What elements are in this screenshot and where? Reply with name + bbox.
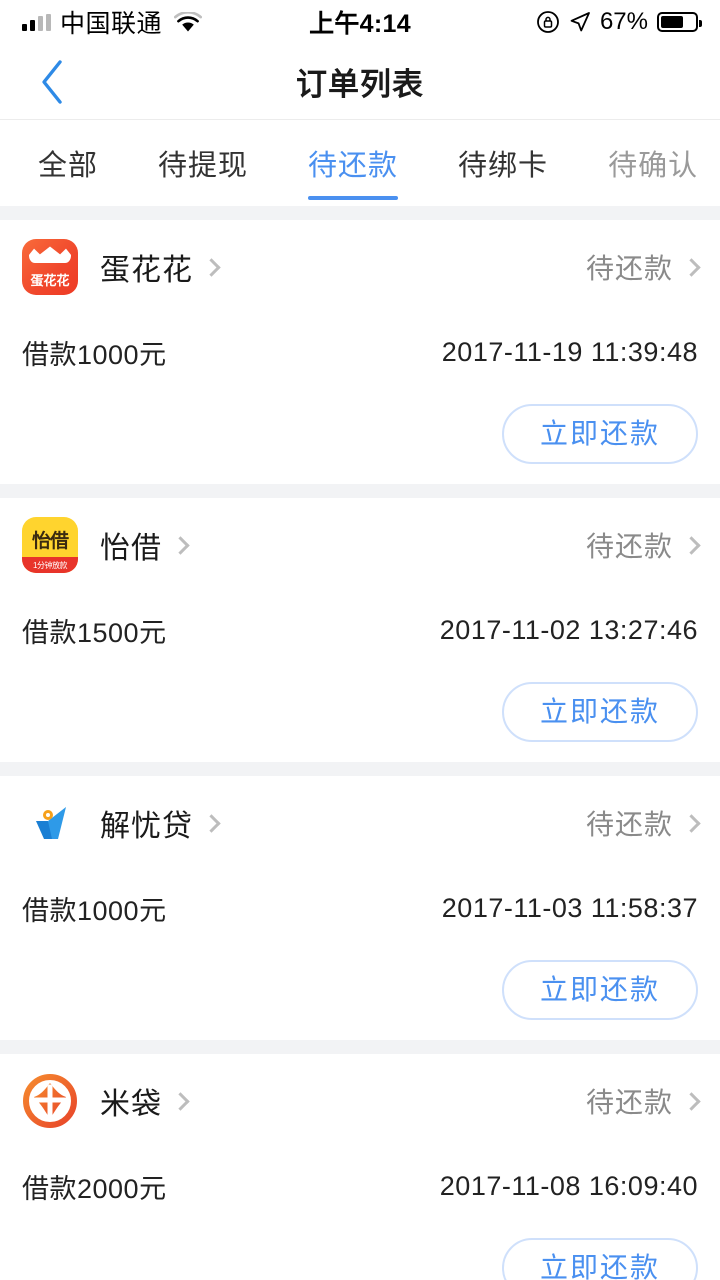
- loan-amount: 借款1000元: [22, 339, 167, 370]
- order-details: 借款1500元 2017-11-02 13:27:46: [22, 592, 698, 668]
- loan-date: 2017-11-19 11:39:48: [441, 336, 698, 367]
- merchant-link[interactable]: 解忧贷: [100, 801, 221, 845]
- crown-shape-icon: [29, 246, 71, 263]
- carrier-label: 中国联通: [60, 10, 163, 38]
- tab-pending-repay[interactable]: 待还款: [308, 120, 399, 206]
- status-bar-left: 中国联通: [22, 4, 203, 40]
- signal-bars-icon: [22, 13, 51, 31]
- repay-now-button[interactable]: 立即还款: [501, 404, 698, 464]
- merchant-link[interactable]: 蛋花花: [100, 245, 221, 289]
- order-list: 蛋花花 蛋花花 待还款 借款1000元 2017-11-19 11:39:48 …: [0, 206, 720, 1280]
- loan-amount: 借款1500元: [22, 617, 167, 648]
- status-bar: 中国联通 上午4:14 67%: [0, 0, 720, 44]
- repay-now-button[interactable]: 立即还款: [501, 682, 698, 742]
- status-badge: 待还款: [585, 253, 673, 284]
- list-separator: [0, 1040, 720, 1054]
- battery-icon: [657, 12, 702, 32]
- chevron-right-icon: [171, 1091, 190, 1111]
- order-status[interactable]: 待还款: [585, 525, 701, 565]
- merchant-logo: [22, 1073, 78, 1129]
- order-details: 借款1000元 2017-11-19 11:39:48: [22, 314, 698, 390]
- status-bar-right: 67%: [536, 8, 702, 36]
- merchant-name: 怡借: [100, 532, 162, 565]
- rotation-lock-icon: [536, 10, 560, 34]
- tab-pending-confirm[interactable]: 待确认: [608, 120, 698, 206]
- list-separator: [0, 762, 720, 776]
- tab-all[interactable]: 全部: [38, 120, 98, 206]
- status-badge: 待还款: [585, 531, 673, 562]
- order-actions: 立即还款: [22, 1224, 698, 1280]
- wifi-icon: [174, 11, 203, 33]
- nav-bar: 订单列表: [0, 44, 720, 120]
- tab-pending-bindcard[interactable]: 待绑卡: [458, 120, 548, 206]
- midai-logo: [22, 1073, 78, 1129]
- list-separator: [0, 484, 720, 498]
- merchant-link[interactable]: 米袋: [100, 1079, 190, 1123]
- loan-date: 2017-11-02 13:27:46: [439, 614, 698, 645]
- chevron-right-icon: [682, 535, 701, 555]
- order-card: 解忧贷 待还款 借款1000元 2017-11-03 11:58:37 立即还款: [0, 776, 720, 1040]
- order-actions: 立即还款: [22, 390, 698, 484]
- repay-now-button[interactable]: 立即还款: [501, 1238, 698, 1280]
- phone-screen: 中国联通 上午4:14 67% 订单列表 全部 待提现 待还款 待绑卡 待确认 …: [0, 0, 720, 1280]
- loan-date: 2017-11-08 16:09:40: [439, 1170, 698, 1201]
- order-actions: 立即还款: [22, 668, 698, 762]
- merchant-name: 蛋花花: [100, 254, 193, 287]
- order-status[interactable]: 待还款: [585, 803, 701, 843]
- chevron-right-icon: [682, 813, 701, 833]
- chevron-right-icon: [682, 257, 701, 277]
- merchant-link[interactable]: 怡借: [100, 523, 190, 567]
- tab-bar: 全部 待提现 待还款 待绑卡 待确认: [0, 120, 720, 206]
- loan-date: 2017-11-03 11:58:37: [441, 892, 698, 923]
- order-card: 米袋 待还款 借款2000元 2017-11-08 16:09:40 立即还款: [0, 1054, 720, 1280]
- order-header[interactable]: 怡借 1分钟放款 怡借 待还款: [22, 498, 701, 592]
- merchant-logo: 怡借 1分钟放款: [22, 517, 78, 573]
- logo-badge: 1分钟放款: [22, 557, 78, 573]
- logo-text: 蛋花花: [30, 273, 70, 288]
- order-header[interactable]: 蛋花花 蛋花花 待还款: [22, 220, 701, 314]
- location-arrow-icon: [569, 11, 591, 33]
- chevron-right-icon: [171, 535, 190, 555]
- status-badge: 待还款: [585, 1087, 673, 1118]
- chevron-right-icon: [202, 257, 221, 277]
- battery-percent-label: 67%: [599, 8, 648, 35]
- order-header[interactable]: 米袋 待还款: [22, 1054, 701, 1148]
- back-button[interactable]: [18, 44, 88, 119]
- order-details: 借款1000元 2017-11-03 11:58:37: [22, 870, 698, 946]
- merchant-name: 米袋: [100, 1088, 162, 1121]
- status-badge: 待还款: [585, 809, 673, 840]
- merchant-logo: [22, 795, 78, 851]
- chevron-right-icon: [682, 1091, 701, 1111]
- jieyoudai-logo: [22, 795, 78, 851]
- merchant-name: 解忧贷: [100, 810, 193, 843]
- loan-amount: 借款1000元: [22, 895, 167, 926]
- yijie-logo: 怡借 1分钟放款: [22, 517, 78, 573]
- repay-now-button[interactable]: 立即还款: [501, 960, 698, 1020]
- tab-pending-withdraw[interactable]: 待提现: [158, 120, 248, 206]
- list-separator: [0, 206, 720, 220]
- merchant-logo: 蛋花花: [22, 239, 78, 295]
- back-chevron-icon: [42, 59, 62, 104]
- order-status[interactable]: 待还款: [585, 1081, 701, 1121]
- order-actions: 立即还款: [22, 946, 698, 1040]
- order-card: 蛋花花 蛋花花 待还款 借款1000元 2017-11-19 11:39:48 …: [0, 220, 720, 484]
- order-header[interactable]: 解忧贷 待还款: [22, 776, 701, 870]
- danhuahua-logo: 蛋花花: [22, 239, 78, 295]
- page-title: 订单列表: [296, 67, 424, 102]
- logo-text: 怡借: [31, 530, 69, 552]
- loan-amount: 借款2000元: [22, 1173, 167, 1204]
- order-card: 怡借 1分钟放款 怡借 待还款 借款1500元 2017-11-02 13:27…: [0, 498, 720, 762]
- order-details: 借款2000元 2017-11-08 16:09:40: [22, 1148, 698, 1224]
- chevron-right-icon: [202, 813, 221, 833]
- order-status[interactable]: 待还款: [585, 247, 701, 287]
